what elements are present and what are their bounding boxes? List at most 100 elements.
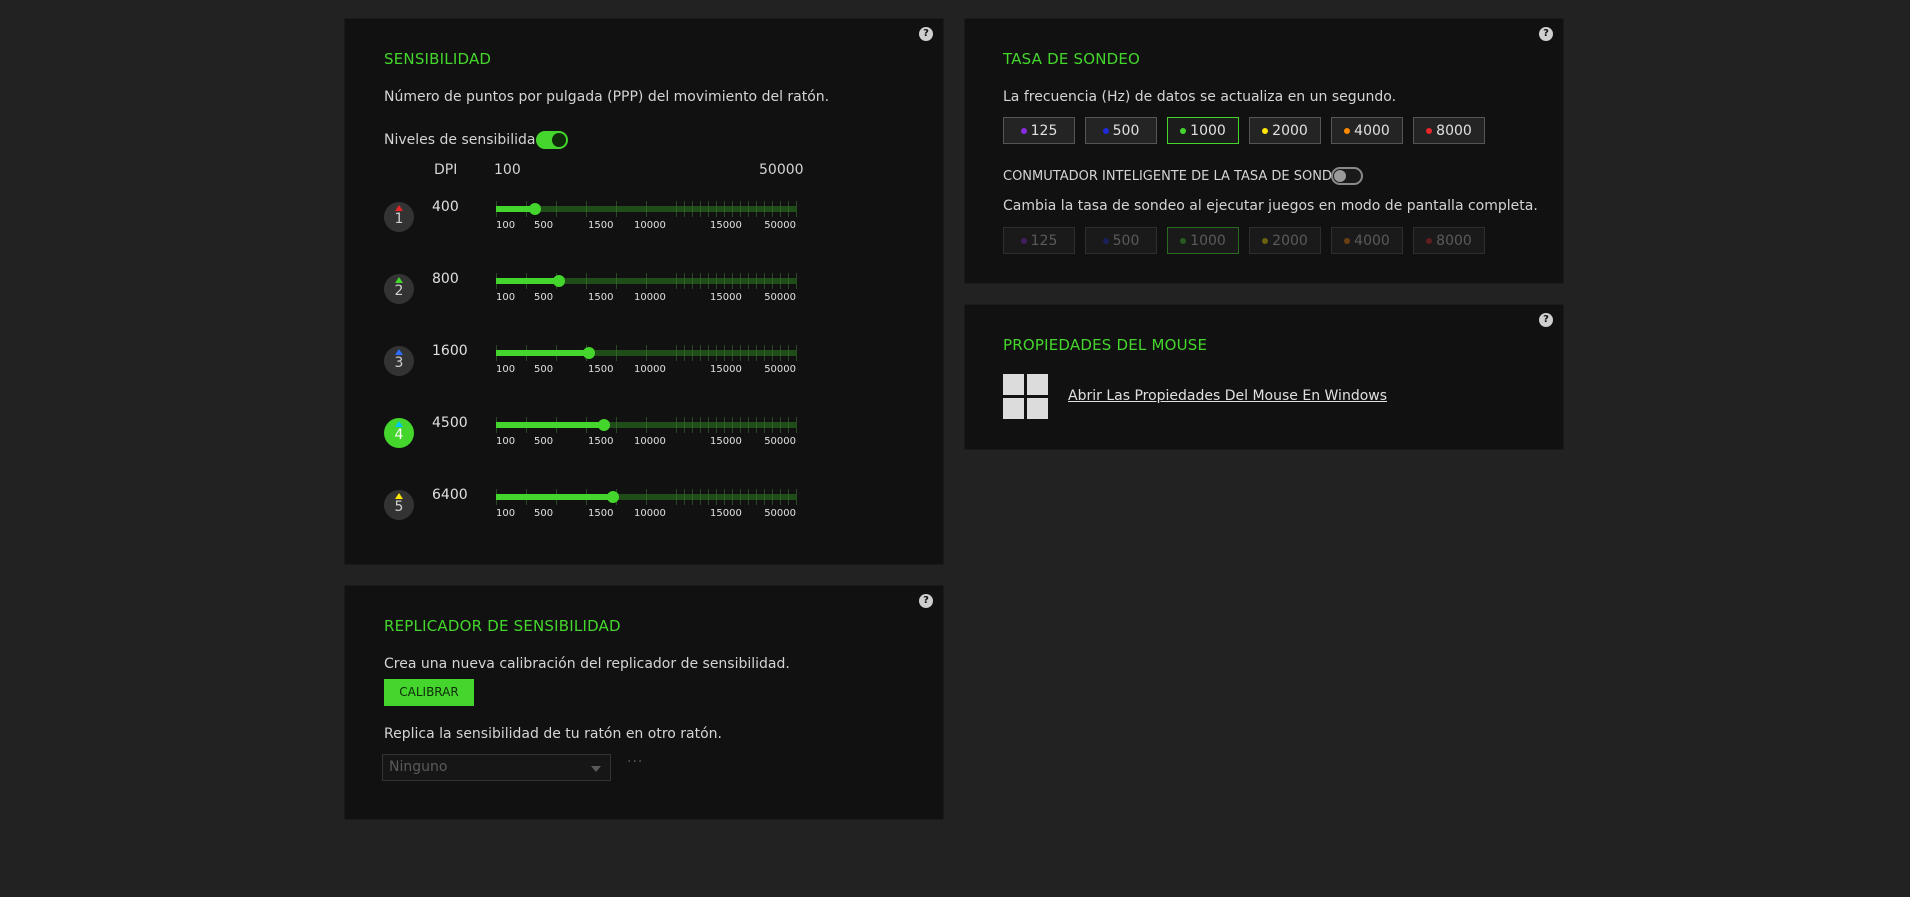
slider-tick bbox=[756, 345, 757, 361]
dpi-slider[interactable] bbox=[496, 345, 797, 361]
dpi-slider-fill bbox=[496, 278, 559, 284]
slider-tick bbox=[740, 201, 741, 217]
slider-tick bbox=[796, 345, 797, 361]
dpi-stage-badge[interactable]: 5 bbox=[384, 490, 414, 520]
dpi-header-max: 50000 bbox=[759, 162, 804, 178]
slider-tick bbox=[708, 489, 709, 505]
dpi-slider[interactable] bbox=[496, 273, 797, 289]
rate-color-dot-icon bbox=[1180, 237, 1187, 244]
rate-label: 1000 bbox=[1190, 122, 1226, 139]
slider-tick bbox=[646, 201, 647, 217]
rate-label: 500 bbox=[1112, 232, 1140, 249]
slider-tick-label: 100 bbox=[496, 220, 516, 231]
dpi-header-label: DPI bbox=[434, 162, 458, 178]
slider-tick bbox=[732, 273, 733, 289]
dpi-slider[interactable] bbox=[496, 201, 797, 217]
sensitivity-levels-toggle[interactable] bbox=[536, 131, 568, 149]
smart-polling-rate-button-125[interactable]: 125 bbox=[1003, 227, 1075, 254]
slider-tick bbox=[764, 273, 765, 289]
rate-label: 8000 bbox=[1436, 232, 1472, 249]
dpi-stage-value[interactable]: 400 bbox=[432, 199, 459, 215]
mouse-properties-help-icon[interactable]: ? bbox=[1539, 313, 1553, 327]
polling-rate-button-2000[interactable]: 2000 bbox=[1249, 117, 1321, 144]
dpi-slider-thumb[interactable] bbox=[598, 419, 610, 431]
rate-label: 500 bbox=[1112, 122, 1140, 139]
slider-tick bbox=[740, 489, 741, 505]
dpi-stage-number: 1 bbox=[394, 211, 404, 227]
sensitivity-help-icon[interactable]: ? bbox=[919, 27, 933, 41]
slider-tick-label: 15000 bbox=[710, 508, 742, 519]
slider-tick-label: 100 bbox=[496, 508, 516, 519]
polling-rate-button-4000[interactable]: 4000 bbox=[1331, 117, 1403, 144]
dpi-stage-value[interactable]: 800 bbox=[432, 271, 459, 287]
dpi-stage-2: 2 800 100 500 1500 10000 15000 50000 bbox=[384, 270, 824, 330]
slider-tick-label: 500 bbox=[534, 364, 554, 375]
slider-tick bbox=[724, 273, 725, 289]
calibrate-button[interactable]: CALIBRAR bbox=[384, 679, 474, 706]
rate-label: 1000 bbox=[1190, 232, 1226, 249]
dpi-stage-4: 4 4500 100 500 1500 10000 15000 50000 bbox=[384, 414, 824, 474]
dpi-stage-badge[interactable]: 1 bbox=[384, 202, 414, 232]
replicator-mouse-select[interactable]: Ninguno bbox=[382, 754, 611, 781]
slider-tick bbox=[684, 273, 685, 289]
dpi-slider-thumb[interactable] bbox=[583, 347, 595, 359]
rate-color-dot-icon bbox=[1102, 127, 1109, 134]
slider-tick bbox=[748, 345, 749, 361]
dpi-stage-value[interactable]: 4500 bbox=[432, 415, 468, 431]
slider-tick bbox=[716, 345, 717, 361]
dpi-stage-value[interactable]: 1600 bbox=[432, 343, 468, 359]
dpi-slider-tick-labels: 100 500 1500 10000 15000 50000 bbox=[496, 292, 796, 306]
polling-rate-group: 125 500 1000 2000 4000 8000 bbox=[1003, 117, 1485, 144]
dpi-stage-badge[interactable]: 4 bbox=[384, 418, 414, 448]
slider-tick bbox=[764, 489, 765, 505]
dpi-slider[interactable] bbox=[496, 489, 797, 505]
dpi-stage-badge[interactable]: 3 bbox=[384, 346, 414, 376]
polling-rate-button-1000[interactable]: 1000 bbox=[1167, 117, 1239, 144]
polling-rate-button-500[interactable]: 500 bbox=[1085, 117, 1157, 144]
smart-polling-rate-button-8000[interactable]: 8000 bbox=[1413, 227, 1485, 254]
dpi-slider[interactable] bbox=[496, 417, 797, 433]
slider-tick bbox=[616, 417, 617, 433]
polling-rate-button-125[interactable]: 125 bbox=[1003, 117, 1075, 144]
smart-polling-rate-button-1000[interactable]: 1000 bbox=[1167, 227, 1239, 254]
slider-tick-label: 100 bbox=[496, 364, 516, 375]
slider-tick-label: 15000 bbox=[710, 292, 742, 303]
slider-tick bbox=[764, 201, 765, 217]
slider-tick bbox=[676, 201, 677, 217]
more-options-icon[interactable]: ··· bbox=[627, 754, 643, 770]
polling-rate-button-8000[interactable]: 8000 bbox=[1413, 117, 1485, 144]
dpi-stage-badge[interactable]: 2 bbox=[384, 274, 414, 304]
dpi-stage-1: 1 400 100 500 1500 10000 15000 50000 bbox=[384, 198, 824, 258]
replicator-help-icon[interactable]: ? bbox=[919, 594, 933, 608]
smart-polling-rate-button-500[interactable]: 500 bbox=[1085, 227, 1157, 254]
open-mouse-properties-link[interactable]: Abrir Las Propiedades Del Mouse En Windo… bbox=[1068, 388, 1387, 404]
smart-polling-rate-button-2000[interactable]: 2000 bbox=[1249, 227, 1321, 254]
smart-polling-rate-button-4000[interactable]: 4000 bbox=[1331, 227, 1403, 254]
smart-polling-toggle[interactable] bbox=[1331, 167, 1363, 185]
dpi-slider-thumb[interactable] bbox=[553, 275, 565, 287]
slider-tick bbox=[684, 417, 685, 433]
slider-tick bbox=[716, 273, 717, 289]
dpi-stage-5: 5 6400 100 500 1500 10000 15000 50000 bbox=[384, 486, 824, 546]
slider-tick bbox=[772, 273, 773, 289]
slider-tick bbox=[788, 273, 789, 289]
dpi-slider-thumb[interactable] bbox=[607, 491, 619, 503]
polling-help-icon[interactable]: ? bbox=[1539, 27, 1553, 41]
dpi-slider-fill bbox=[496, 494, 613, 500]
rate-color-dot-icon bbox=[1020, 127, 1027, 134]
dpi-stage-value[interactable]: 6400 bbox=[432, 487, 468, 503]
sensitivity-title: SENSIBILIDAD bbox=[384, 50, 492, 68]
slider-tick bbox=[748, 489, 749, 505]
slider-tick bbox=[692, 273, 693, 289]
rate-label: 125 bbox=[1030, 122, 1058, 139]
dpi-slider-tick-labels: 100 500 1500 10000 15000 50000 bbox=[496, 508, 796, 522]
mouse-properties-title: PROPIEDADES DEL MOUSE bbox=[1003, 336, 1208, 354]
slider-tick bbox=[788, 345, 789, 361]
slider-tick bbox=[676, 273, 677, 289]
slider-tick-label: 1500 bbox=[588, 292, 614, 303]
dpi-slider-thumb[interactable] bbox=[529, 203, 541, 215]
slider-tick bbox=[732, 345, 733, 361]
rate-color-dot-icon bbox=[1180, 127, 1187, 134]
slider-tick bbox=[646, 417, 647, 433]
slider-tick bbox=[756, 201, 757, 217]
